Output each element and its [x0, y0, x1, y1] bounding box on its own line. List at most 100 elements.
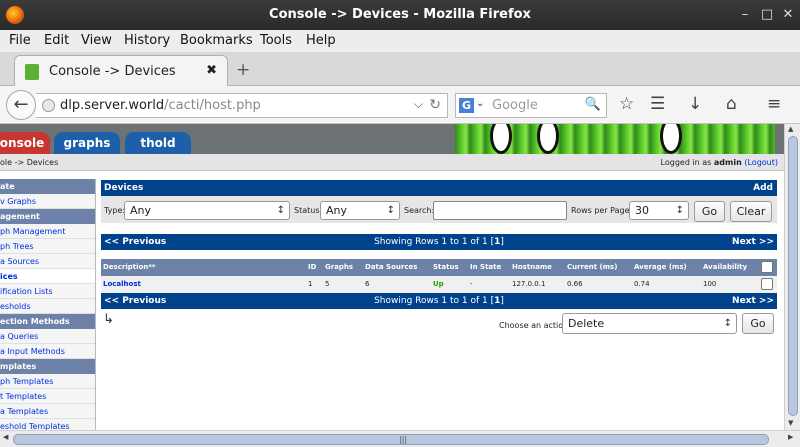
- select-all-checkbox[interactable]: [761, 261, 773, 273]
- horizontal-scrollbar[interactable]: ◀ ||| ▶: [0, 430, 800, 447]
- sidebar-item-data-queries[interactable]: a Queries: [0, 329, 95, 344]
- sidebar-item-new-graphs[interactable]: v Graphs: [0, 194, 95, 209]
- horizontal-scroll-thumb[interactable]: |||: [13, 434, 769, 445]
- col-graphs[interactable]: Graphs: [325, 259, 353, 276]
- table-header: Description** ID Graphs Data Sources Sta…: [101, 259, 777, 276]
- search-label: Search:: [404, 206, 435, 215]
- sidebar-menu: ate v Graphs agement ph Management ph Tr…: [0, 179, 96, 430]
- download-arrow-icon[interactable]: ↓: [688, 94, 702, 114]
- search-input[interactable]: [433, 201, 567, 220]
- sidebar-header-management: agement: [0, 209, 95, 224]
- engine-dropdown-icon[interactable]: ⌄: [476, 98, 484, 109]
- sidebar-item-graph-management[interactable]: ph Management: [0, 224, 95, 239]
- url-dropdown-icon[interactable]: ⌵: [414, 97, 423, 112]
- menu-edit[interactable]: Edit: [44, 33, 69, 48]
- menu-history[interactable]: History: [124, 33, 170, 48]
- vertical-scroll-thumb[interactable]: [788, 136, 798, 416]
- action-go-button[interactable]: Go: [742, 313, 774, 334]
- pager-top: << Previous Showing Rows 1 to 1 of 1 [1]…: [101, 234, 777, 250]
- table-row: Localhost 1 5 6 Up - 127.0.0.1 0.66 0.74…: [101, 276, 777, 293]
- minimize-icon[interactable]: –: [738, 8, 752, 22]
- sidebar-item-data-sources[interactable]: a Sources: [0, 254, 95, 269]
- globe-icon: [42, 99, 55, 112]
- scroll-down-icon[interactable]: ▼: [788, 419, 793, 427]
- close-window-icon[interactable]: ✕: [781, 8, 795, 22]
- cell-status: Up: [433, 280, 444, 288]
- cacti-banner: onsole graphs thold: [0, 124, 784, 154]
- clear-button[interactable]: Clear: [730, 201, 772, 222]
- type-select[interactable]: Any ↕: [124, 201, 290, 220]
- sidebar-item-threshold-templates[interactable]: eshold Templates: [0, 419, 95, 430]
- google-engine-icon[interactable]: G: [459, 98, 474, 113]
- tab-graphs[interactable]: graphs: [54, 132, 120, 154]
- new-tab-icon[interactable]: +: [236, 60, 250, 80]
- vertical-scrollbar[interactable]: ▲ ▼: [784, 124, 800, 430]
- sidebar-item-thresholds[interactable]: esholds: [0, 299, 95, 314]
- search-bar[interactable]: G ⌄ Google 🔍: [455, 93, 607, 118]
- device-link-localhost[interactable]: Localhost: [103, 276, 141, 293]
- col-id[interactable]: ID: [308, 259, 316, 276]
- menu-bookmarks[interactable]: Bookmarks: [180, 33, 253, 48]
- cell-in-state: -: [470, 280, 473, 288]
- menu-view[interactable]: View: [81, 33, 112, 48]
- sidebar-header-create: ate: [0, 179, 95, 194]
- col-in-state[interactable]: In State: [470, 259, 501, 276]
- binoculars-icon[interactable]: 🔍: [585, 97, 601, 112]
- showing-rows: Showing Rows 1 to 1 of 1 [1]: [374, 296, 504, 306]
- rows-per-page-select[interactable]: 30 ↕: [629, 201, 689, 220]
- cell-availability: 100: [703, 280, 717, 288]
- col-hostname[interactable]: Hostname: [512, 259, 552, 276]
- action-select[interactable]: Delete ↕: [562, 313, 737, 334]
- menu-help[interactable]: Help: [306, 33, 336, 48]
- sidebar-item-data-templates[interactable]: a Templates: [0, 404, 95, 419]
- tab-console-devices[interactable]: Console -> Devices ✖: [14, 55, 228, 87]
- cacti-logo-art: [455, 124, 775, 154]
- maximize-icon[interactable]: □: [760, 8, 774, 22]
- col-description[interactable]: Description**: [103, 259, 156, 276]
- hamburger-menu-icon[interactable]: ≡: [767, 94, 781, 114]
- back-arrow-icon[interactable]: ←: [6, 90, 36, 120]
- sidebar-item-data-input-methods[interactable]: a Input Methods: [0, 344, 95, 359]
- url-bar[interactable]: dlp.server.world/cacti/host.php ⌵ ↻: [36, 93, 448, 118]
- home-icon[interactable]: ⌂: [726, 94, 737, 114]
- next-link[interactable]: Next >>: [732, 293, 774, 309]
- scroll-right-icon[interactable]: ▶: [788, 433, 793, 441]
- sidebar-item-graph-templates[interactable]: ph Templates: [0, 374, 95, 389]
- sidebar-header-collection-methods: ection Methods: [0, 314, 95, 329]
- menu-tools[interactable]: Tools: [260, 33, 292, 48]
- menu-file[interactable]: File: [9, 33, 31, 48]
- tab-close-icon[interactable]: ✖: [206, 63, 217, 78]
- col-status[interactable]: Status: [433, 259, 459, 276]
- scroll-grip-icon: |||: [399, 435, 408, 444]
- row-checkbox[interactable]: [761, 278, 773, 290]
- menu-bar: File Edit View History Bookmarks Tools H…: [0, 30, 800, 52]
- scroll-left-icon[interactable]: ◀: [3, 433, 8, 441]
- col-average-ms[interactable]: Average (ms): [634, 259, 687, 276]
- sidebar-item-graph-trees[interactable]: ph Trees: [0, 239, 95, 254]
- sidebar-item-host-templates[interactable]: t Templates: [0, 389, 95, 404]
- tab-thold[interactable]: thold: [125, 132, 191, 154]
- logout-link[interactable]: (Logout): [744, 158, 778, 167]
- status-select[interactable]: Any ↕: [320, 201, 400, 220]
- reading-list-icon[interactable]: ☰: [650, 94, 665, 114]
- reload-icon[interactable]: ↻: [429, 97, 441, 113]
- scroll-up-icon[interactable]: ▲: [788, 125, 793, 133]
- col-current-ms[interactable]: Current (ms): [567, 259, 617, 276]
- sidebar-item-devices[interactable]: ices: [0, 269, 95, 284]
- bookmark-star-icon[interactable]: ☆: [619, 94, 634, 114]
- col-data-sources[interactable]: Data Sources: [365, 259, 417, 276]
- tab-console[interactable]: onsole: [0, 132, 50, 154]
- window-titlebar: Console -> Devices - Mozilla Firefox – □…: [0, 0, 800, 30]
- go-button[interactable]: Go: [694, 201, 725, 222]
- type-label: Type:: [104, 206, 126, 215]
- tab-strip: Console -> Devices ✖ +: [0, 52, 800, 87]
- cell-data-sources: 6: [365, 280, 370, 288]
- url-text: dlp.server.world/cacti/host.php: [60, 98, 261, 113]
- sidebar-item-notification-lists[interactable]: ification Lists: [0, 284, 95, 299]
- add-device-link[interactable]: Add: [753, 180, 773, 196]
- next-link[interactable]: Next >>: [732, 234, 774, 250]
- cell-graphs: 5: [325, 280, 330, 288]
- col-availability[interactable]: Availability: [703, 259, 747, 276]
- navigation-toolbar: ← dlp.server.world/cacti/host.php ⌵ ↻ G …: [0, 86, 800, 124]
- search-placeholder: Google: [492, 98, 538, 113]
